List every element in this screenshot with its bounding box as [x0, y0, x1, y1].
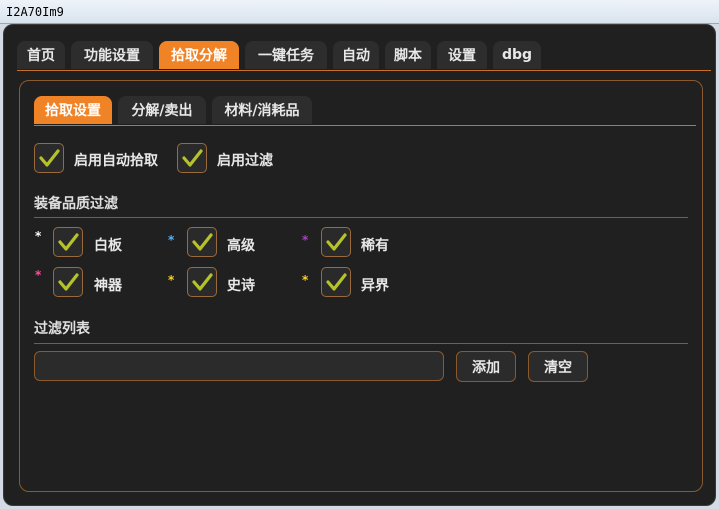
enable-filter-checkbox[interactable]	[177, 143, 207, 173]
quality-checkbox-rare[interactable]	[321, 227, 351, 257]
main-tabs-underline	[17, 70, 711, 71]
check-icon	[192, 273, 213, 291]
quality-star-otherworld: *	[302, 273, 309, 287]
quality-label-rare: 稀有	[361, 238, 389, 254]
quality-checkbox-white[interactable]	[53, 227, 83, 257]
tab-home[interactable]: 首页	[17, 41, 65, 69]
check-icon	[182, 149, 203, 167]
check-icon	[192, 233, 213, 251]
subtab-dismantle-sell[interactable]: 分解/卖出	[118, 96, 206, 124]
tab-settings[interactable]: 设置	[437, 41, 487, 69]
add-button[interactable]: 添加	[456, 351, 516, 382]
quality-star-artifact: *	[35, 268, 42, 282]
quality-checkbox-otherworld[interactable]	[321, 267, 351, 297]
quality-checkbox-artifact[interactable]	[53, 267, 83, 297]
sub-tabs-underline	[34, 125, 696, 126]
tab-pickup-dismantle[interactable]: 拾取分解	[159, 41, 239, 69]
check-icon	[326, 233, 347, 251]
quality-star-epic: *	[168, 273, 175, 287]
quality-label-advanced: 高级	[227, 238, 255, 254]
filter-input[interactable]	[34, 351, 444, 381]
quality-star-advanced: *	[168, 233, 175, 247]
quality-star-rare: *	[302, 233, 309, 247]
quality-checkbox-epic[interactable]	[187, 267, 217, 297]
filter-list-title: 过滤列表	[34, 321, 90, 337]
quality-star-white: *	[35, 229, 42, 243]
filter-divider	[34, 343, 688, 344]
window-title: I2A70Im9	[6, 5, 64, 19]
subtab-pickup-settings[interactable]: 拾取设置	[34, 96, 112, 124]
tab-script[interactable]: 脚本	[385, 41, 431, 69]
tab-dbg[interactable]: dbg	[493, 41, 541, 69]
quality-checkbox-advanced[interactable]	[187, 227, 217, 257]
app-window: 首页 功能设置 拾取分解 一键任务 自动 脚本 设置 dbg 拾取设置 分解/卖…	[3, 24, 716, 506]
tab-auto[interactable]: 自动	[333, 41, 379, 69]
check-icon	[58, 273, 79, 291]
clear-button[interactable]: 清空	[528, 351, 588, 382]
quality-divider	[34, 217, 688, 218]
tab-one-click-tasks[interactable]: 一键任务	[245, 41, 327, 69]
quality-label-otherworld: 异界	[361, 278, 389, 294]
quality-label-artifact: 神器	[94, 278, 122, 294]
quality-section-title: 装备品质过滤	[34, 196, 118, 212]
quality-label-white: 白板	[94, 238, 122, 254]
auto-pickup-checkbox[interactable]	[34, 143, 64, 173]
check-icon	[39, 149, 60, 167]
tab-function-settings[interactable]: 功能设置	[71, 41, 153, 69]
enable-filter-label: 启用过滤	[217, 153, 273, 169]
check-icon	[326, 273, 347, 291]
check-icon	[58, 233, 79, 251]
quality-label-epic: 史诗	[227, 278, 255, 294]
title-bar: I2A70Im9	[0, 0, 719, 24]
subtab-materials-consumables[interactable]: 材料/消耗品	[212, 96, 312, 124]
auto-pickup-label: 启用自动拾取	[74, 153, 158, 169]
pickup-panel: 拾取设置 分解/卖出 材料/消耗品 启用自动拾取 启用过滤 装备品质过滤 * 白…	[19, 80, 703, 492]
